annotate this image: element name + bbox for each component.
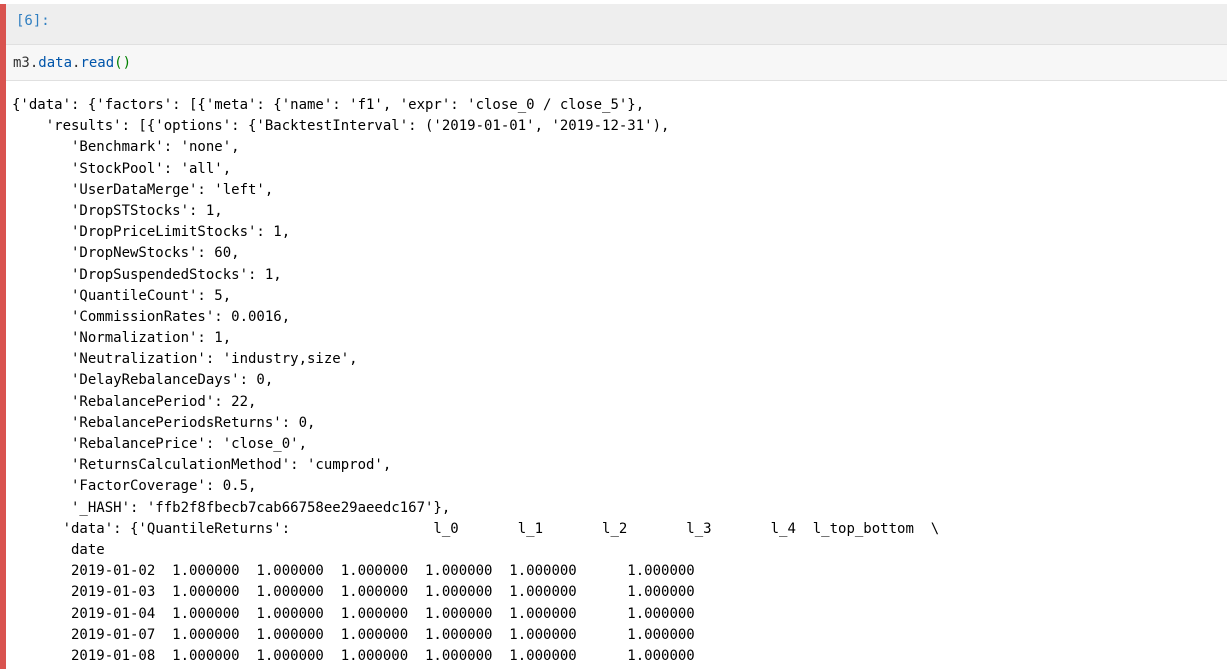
output-line: 'Normalization': 1, [12,330,232,347]
output-line: 'QuantileCount': 5, [12,287,232,304]
output-line: 2019-01-03 1.000000 1.000000 1.000000 1.… [12,584,695,601]
output-line: 'StockPool': 'all', [12,160,232,177]
output-line: 'FactorCoverage': 0.5, [12,478,257,495]
output-line: 'data': {'QuantileReturns': l_0 l_1 l_2 … [12,520,940,537]
output-line: 'RebalancePeriodsReturns': 0, [12,414,316,431]
output-line: 'UserDataMerge': 'left', [12,181,274,198]
output-line: 'DropSuspendedStocks': 1, [12,266,282,283]
output-line: 2019-01-08 1.000000 1.000000 1.000000 1.… [12,647,695,664]
output-line: 2019-01-02 1.000000 1.000000 1.000000 1.… [12,563,695,580]
output-line: 'RebalancePrice': 'close_0', [12,436,308,452]
cell-output-area[interactable]: {'data': {'factors': [{'meta': {'name': … [6,81,1227,669]
output-line: 'results': [{'options': {'BacktestInterv… [12,118,670,135]
execution-count-prompt: [6]: [16,13,50,29]
output-line: {'data': {'factors': [{'meta': {'name': … [12,97,645,113]
output-line: 'CommissionRates': 0.0016, [12,308,291,325]
output-line: 'DropNewStocks': 60, [12,245,240,262]
code-token-parens: () [114,55,132,71]
output-line: 'DropPriceLimitStocks': 1, [12,224,291,241]
code-token-module: m3 [13,55,30,71]
output-text: {'data': {'factors': [{'meta': {'name': … [12,95,939,667]
output-line: 2019-01-04 1.000000 1.000000 1.000000 1.… [12,605,695,622]
code-input-area[interactable]: m3.data.read() [6,45,1227,81]
output-line: 'RebalancePeriod': 22, [12,393,257,410]
output-line: date [12,541,105,558]
output-line: 'DropSTStocks': 1, [12,202,223,219]
code-token-attr-read: read [80,55,115,71]
output-line: 2019-01-07 1.000000 1.000000 1.000000 1.… [12,626,695,643]
code-line[interactable]: m3.data.read() [13,55,131,71]
code-token-attr-data: data [38,55,73,71]
output-line: 'DelayRebalanceDays': 0, [12,372,274,389]
prompt-area: [6]: [6,4,1227,45]
output-line: 'Neutralization': 'industry,size', [12,351,358,368]
output-line: 'ReturnsCalculationMethod': 'cumprod', [12,457,392,474]
output-line: '_HASH': 'ffb2f8fbecb7cab66758ee29aeedc1… [12,499,451,516]
output-line: 'Benchmark': 'none', [12,139,240,156]
notebook-cell[interactable]: [6]: m3.data.read() {'data': {'factors':… [0,0,1227,669]
